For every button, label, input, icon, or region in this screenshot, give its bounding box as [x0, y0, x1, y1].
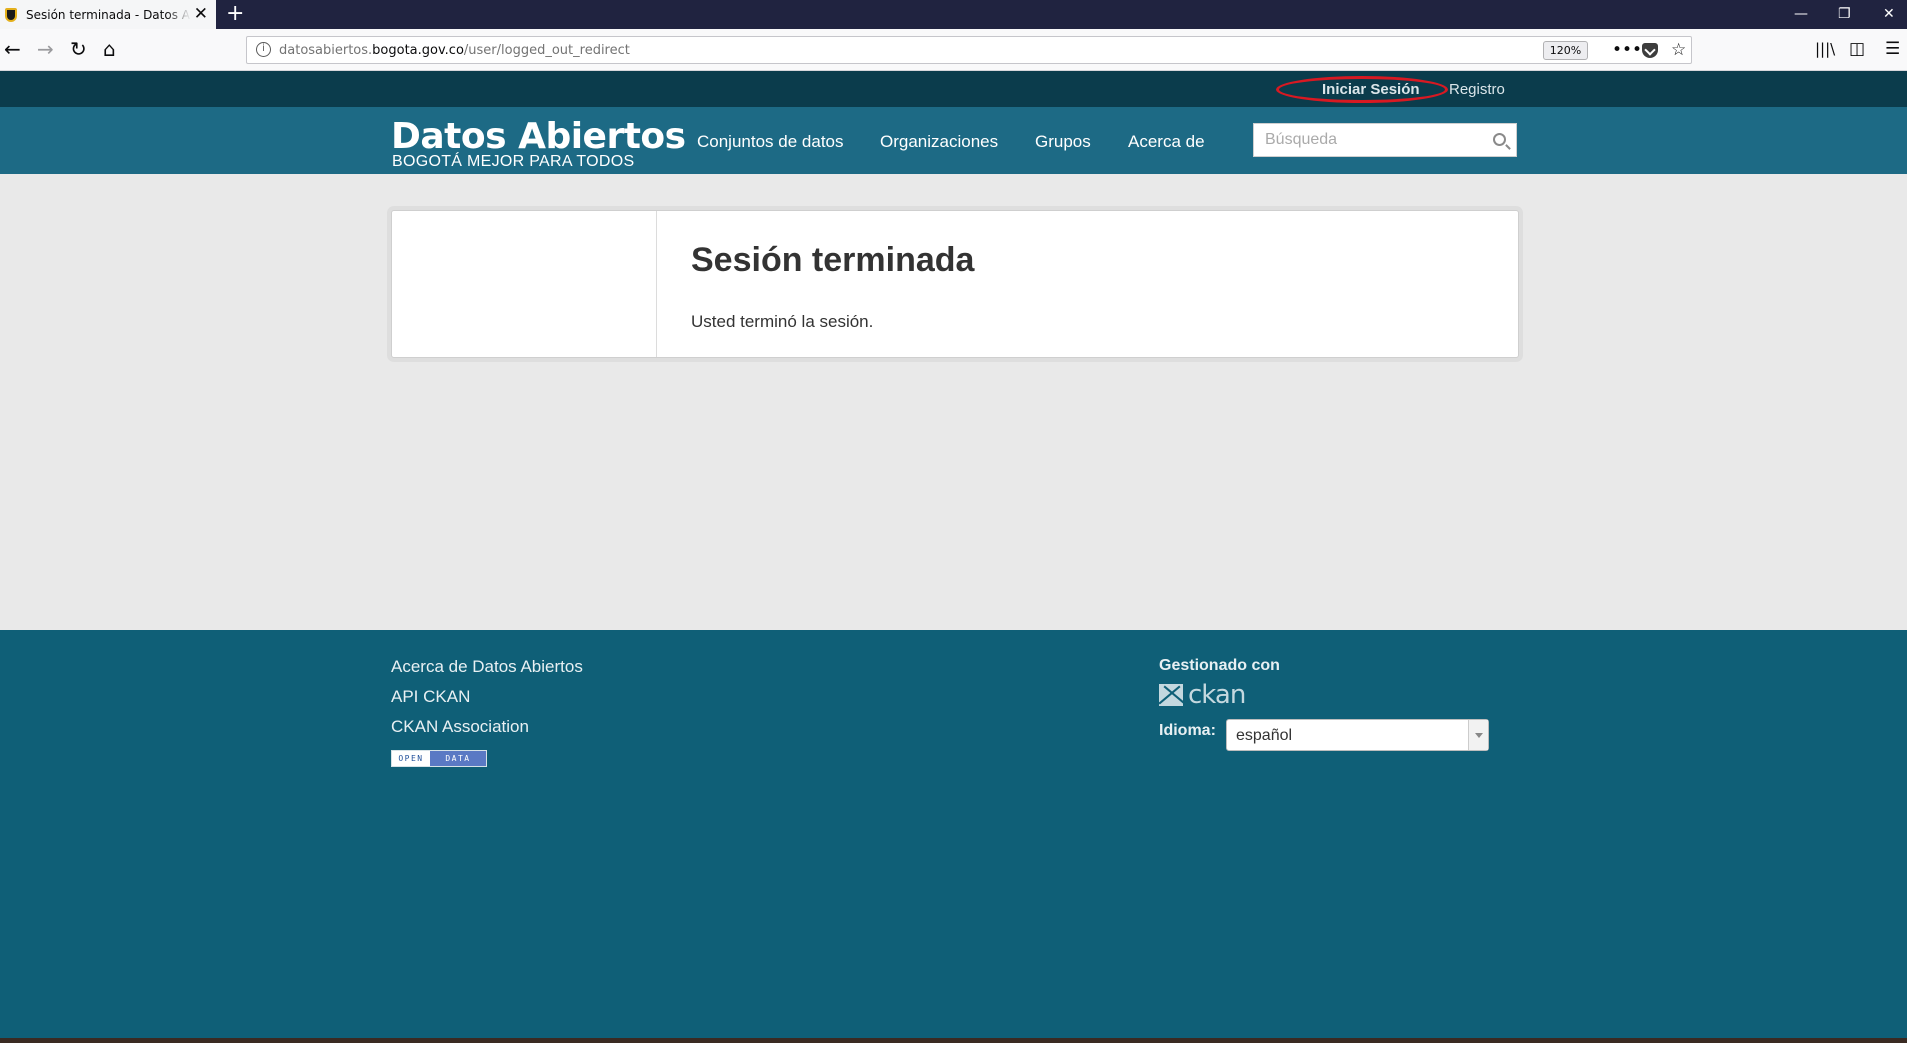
- zoom-level-badge[interactable]: 120%: [1543, 41, 1588, 60]
- content-panel: Sesión terminada Usted terminó la sesión…: [391, 210, 1519, 358]
- restore-window-icon[interactable]: ❐: [1838, 4, 1851, 24]
- ckan-logo[interactable]: ckan: [1159, 680, 1246, 710]
- logout-message: Usted terminó la sesión.: [691, 312, 874, 331]
- search-input[interactable]: [1265, 131, 1485, 149]
- bookmark-star-icon[interactable]: ☆: [1671, 39, 1686, 61]
- language-selected-value: español: [1236, 727, 1293, 744]
- browser-tab-active[interactable]: Sesión terminada - Datos Abiertos ✕: [0, 0, 216, 29]
- url-text[interactable]: datosabiertos.bogota.gov.co/user/logged_…: [279, 43, 630, 58]
- language-select[interactable]: español: [1226, 719, 1489, 751]
- site-logo-subtitle: BOGOTÁ MEJOR PARA TODOS: [392, 153, 635, 170]
- browser-toolbar: ← → ↻ ⌂ i datosabiertos.bogota.gov.co/us…: [0, 29, 1907, 71]
- search-icon[interactable]: [1493, 133, 1506, 146]
- page-title: Sesión terminada: [691, 241, 975, 279]
- site-header: Datos Abiertos BOGOTÁ MEJOR PARA TODOS C…: [0, 107, 1907, 174]
- ckan-logo-text: ckan: [1188, 680, 1246, 710]
- site-footer: Acerca de Datos Abiertos API CKAN CKAN A…: [0, 630, 1907, 1038]
- nav-datasets[interactable]: Conjuntos de datos: [697, 132, 844, 152]
- site-logo[interactable]: Datos Abiertos: [391, 118, 686, 156]
- nav-organizations[interactable]: Organizaciones: [880, 132, 998, 152]
- reload-icon[interactable]: ↻: [70, 38, 87, 60]
- secondary-column: [392, 211, 657, 357]
- login-link[interactable]: Iniciar Sesión: [1322, 81, 1420, 98]
- language-label: Idioma:: [1159, 722, 1216, 739]
- back-icon[interactable]: ←: [4, 38, 21, 60]
- new-tab-icon[interactable]: +: [226, 1, 244, 27]
- site-info-icon[interactable]: i: [256, 42, 271, 57]
- nav-groups[interactable]: Grupos: [1035, 132, 1091, 152]
- open-data-badge[interactable]: OPEN DATA: [391, 750, 487, 767]
- footer-link-about[interactable]: Acerca de Datos Abiertos: [391, 657, 583, 677]
- nav-about[interactable]: Acerca de: [1128, 132, 1205, 152]
- account-bar: Iniciar Sesión Registro: [0, 71, 1907, 107]
- sidebar-toggle-icon[interactable]: ◫: [1849, 38, 1865, 60]
- home-icon[interactable]: ⌂: [103, 38, 116, 60]
- chevron-down-icon[interactable]: [1468, 720, 1488, 750]
- site-favicon-icon: [5, 7, 17, 22]
- ckan-logo-icon: [1159, 684, 1183, 706]
- pocket-icon[interactable]: [1642, 43, 1658, 58]
- library-icon[interactable]: |||\: [1815, 38, 1835, 60]
- footer-link-api[interactable]: API CKAN: [391, 687, 470, 707]
- search-box: [1253, 123, 1517, 157]
- page-actions-icon[interactable]: •••: [1612, 39, 1642, 61]
- main-content: Sesión terminada Usted terminó la sesión…: [0, 174, 1907, 630]
- browser-tab-bar: Sesión terminada - Datos Abiertos ✕ + — …: [0, 0, 1907, 29]
- forward-icon[interactable]: →: [37, 38, 54, 60]
- tab-title: Sesión terminada - Datos Abiertos: [26, 7, 191, 22]
- powered-by-label: Gestionado con: [1159, 657, 1280, 674]
- close-tab-icon[interactable]: ✕: [194, 4, 208, 24]
- register-link[interactable]: Registro: [1449, 81, 1505, 98]
- menu-icon[interactable]: ☰: [1885, 38, 1900, 60]
- close-window-icon[interactable]: ✕: [1883, 4, 1895, 24]
- desktop-strip: [0, 1038, 1907, 1043]
- address-bar[interactable]: i datosabiertos.bogota.gov.co/user/logge…: [246, 36, 1692, 64]
- minimize-window-icon[interactable]: —: [1794, 4, 1808, 24]
- footer-link-ckan-association[interactable]: CKAN Association: [391, 717, 529, 737]
